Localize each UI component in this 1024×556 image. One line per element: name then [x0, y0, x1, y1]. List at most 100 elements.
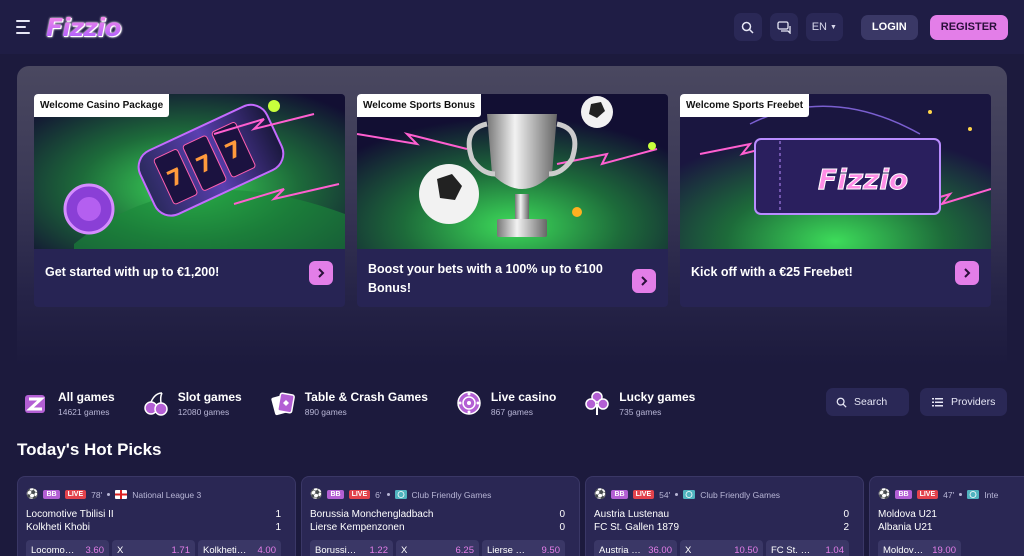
home-team: Borussia Monchengladbach [310, 509, 434, 520]
top-header: Fizzio EN ▼ LOGIN REGISTER [0, 0, 1024, 54]
separator-dot [107, 493, 111, 496]
odd-value: 19.00 [932, 544, 956, 556]
match-card[interactable]: ⚽ BB LIVE 78' National League 3 Locomoti… [17, 476, 296, 556]
league-name: Club Friendly Games [411, 489, 492, 500]
odd-value: 1.04 [825, 544, 845, 556]
search-button[interactable] [733, 13, 762, 41]
roulette-icon [457, 391, 481, 415]
home-team: Moldova U21 [878, 509, 937, 520]
promo-tag: Welcome Sports Bonus [357, 94, 482, 117]
soccer-ball-icon: ⚽ [594, 489, 607, 500]
promo-card-sports[interactable]: Welcome Sports Bonus Boost your bets wit… [357, 94, 668, 307]
cherry-icon [143, 392, 168, 416]
category-lucky-games[interactable]: Lucky games 735 games [583, 386, 695, 420]
chevron-down-icon: ▼ [829, 23, 837, 31]
home-team: Austria Lustenau [594, 509, 670, 520]
match-card[interactable]: ⚽ BB LIVE 54' Club Friendly Games Austri… [585, 476, 864, 556]
chevron-right-icon [641, 276, 648, 286]
odd-button-home[interactable]: Borussia Monchengladbach 1.22 [310, 540, 393, 556]
category-count: 867 games [490, 406, 533, 417]
world-icon [394, 490, 407, 499]
league-name: National League 3 [132, 489, 202, 500]
away-score: 1 [275, 522, 281, 533]
odd-button-draw[interactable]: X 1.71 [112, 540, 195, 556]
odd-button-home[interactable]: Austria Lustenau 36.00 [594, 540, 677, 556]
away-team: Kolkheti Khobi [26, 522, 90, 533]
promo-card-freebet[interactable]: Fizzio Welcome Sports Freebet Kick off w… [680, 94, 991, 307]
away-score: 0 [559, 522, 565, 533]
odd-label: Locomotive Tbilisi II [31, 544, 75, 556]
providers-label: Providers [951, 396, 996, 408]
odd-value: 9.50 [541, 544, 561, 556]
category-count: 14621 games [58, 406, 110, 417]
category-count: 12080 games [177, 406, 230, 417]
odd-value: 6.25 [455, 544, 475, 556]
category-table-crash[interactable]: Table & Crash Games 890 games [269, 386, 428, 420]
odd-label: Austria Lustenau [599, 544, 643, 556]
promo-arrow-button[interactable] [309, 261, 333, 285]
odd-button-draw[interactable]: X 6.25 [396, 540, 479, 556]
odd-value: 4.00 [257, 544, 277, 556]
home-team: Locomotive Tbilisi II [26, 509, 114, 520]
category-name: All games [58, 389, 115, 404]
match-card[interactable]: ⚽ BB LIVE 47' Inte Moldova U21 Albania U… [869, 476, 1024, 556]
live-badge: LIVE [916, 490, 939, 499]
category-name: Live casino [490, 389, 557, 404]
category-name: Slot games [177, 389, 242, 404]
odd-button-home[interactable]: Locomotive Tbilisi II 3.60 [26, 540, 109, 556]
odd-label: FC St. Gallen 1879 [771, 544, 815, 556]
match-minute: 78' [91, 489, 103, 500]
away-team: Albania U21 [878, 522, 933, 533]
odd-button-away[interactable]: Lierse Kempenzonen 9.50 [482, 540, 565, 556]
odd-value: 10.50 [734, 544, 758, 556]
soccer-ball-icon: ⚽ [310, 489, 323, 500]
providers-button[interactable]: Providers [920, 388, 1007, 416]
odd-label: Lierse Kempenzonen [487, 544, 531, 556]
promo-arrow-button[interactable] [955, 261, 979, 285]
section-title: Today's Hot Picks [17, 440, 162, 459]
register-button[interactable]: REGISTER [929, 14, 1008, 40]
odd-label: Moldova U21 [883, 544, 927, 556]
category-live-casino[interactable]: Live casino 867 games [455, 386, 556, 420]
match-minute: 54' [659, 489, 671, 500]
odd-button-home[interactable]: Moldova U21 19.00 [878, 540, 961, 556]
separator-dot [959, 493, 963, 496]
odd-button-away[interactable]: FC St. Gallen 1879 1.04 [766, 540, 849, 556]
odd-button-draw[interactable]: X 10.50 [680, 540, 763, 556]
live-badge: LIVE [632, 490, 655, 499]
away-team: FC St. Gallen 1879 [594, 522, 680, 533]
bb-badge: BB [611, 490, 628, 499]
svg-text:Fizzio: Fizzio [818, 163, 908, 196]
match-card[interactable]: ⚽ BB LIVE 6' Club Friendly Games Borussi… [301, 476, 580, 556]
odd-label: X [685, 544, 692, 556]
england-flag-icon [115, 490, 128, 499]
soccer-ball-icon: ⚽ [26, 489, 39, 500]
chat-button[interactable] [769, 13, 798, 41]
category-slot-games[interactable]: Slot games 12080 games [142, 386, 242, 420]
chevron-right-icon [318, 268, 325, 278]
category-all-games[interactable]: All games 14621 games [22, 386, 115, 420]
promo-arrow-button[interactable] [632, 269, 656, 293]
away-team: Lierse Kempenzonen [310, 522, 405, 533]
games-search-button[interactable]: Search [826, 388, 909, 416]
home-score: 0 [843, 509, 849, 520]
language-selector[interactable]: EN ▼ [805, 13, 843, 41]
odd-button-away[interactable]: Kolkheti Khobi 4.00 [198, 540, 281, 556]
language-label: EN [811, 21, 827, 33]
soccer-ball-icon: ⚽ [878, 489, 891, 500]
promo-tag: Welcome Sports Freebet [680, 94, 810, 117]
chevron-right-icon [964, 268, 971, 278]
away-score: 2 [843, 522, 849, 533]
casino-promo-image: 7 7 7 [34, 94, 345, 249]
sports-promo-image [357, 94, 668, 249]
promo-card-casino[interactable]: 7 7 7 Welcome Casino Package Get started… [34, 94, 345, 307]
promo-text: Get started with up to €1,200! [45, 265, 220, 279]
menu-toggle-icon[interactable] [16, 20, 30, 34]
odd-value: 1.22 [369, 544, 389, 556]
odd-label: Borussia Monchengladbach [315, 544, 359, 556]
bb-badge: BB [43, 490, 60, 499]
odd-value: 1.71 [171, 544, 191, 556]
home-score: 1 [275, 509, 281, 520]
site-logo[interactable]: Fizzio [46, 13, 121, 42]
login-button[interactable]: LOGIN [860, 14, 918, 40]
